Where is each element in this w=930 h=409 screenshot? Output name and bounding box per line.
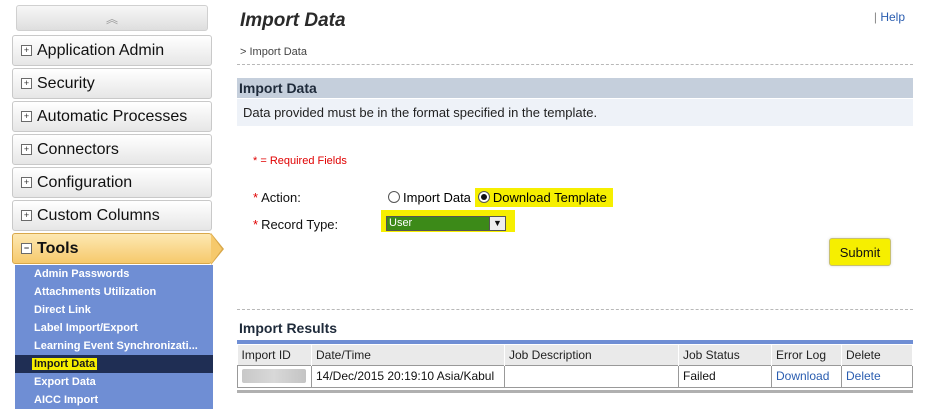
required-star: * [253, 217, 259, 232]
sidebar-item-label: Security [37, 74, 95, 92]
radio-download-template[interactable] [477, 191, 490, 203]
action-label: * Action: [253, 190, 301, 205]
table-bottom-border [237, 390, 913, 393]
cell-datetime: 14/Dec/2015 20:19:10 Asia/Kabul [311, 364, 505, 388]
column-header-error-log: Error Log [771, 345, 842, 365]
collapse-icon: − [21, 243, 32, 254]
results-table: Import ID Date/Time Job Description Job … [237, 345, 913, 388]
redacted-id [242, 369, 306, 384]
column-header-delete: Delete [841, 345, 913, 365]
expand-icon: + [21, 111, 32, 122]
table-header-row: Import ID Date/Time Job Description Job … [237, 345, 913, 365]
radio-import-data-label[interactable]: Import Data [403, 190, 471, 205]
tools-submenu: Admin Passwords Attachments Utilization … [15, 265, 213, 409]
submenu-item-export-data[interactable]: Export Data [15, 373, 213, 391]
help-separator: | [873, 10, 877, 24]
sidebar-item-custom-columns[interactable]: + Custom Columns [12, 200, 212, 231]
delete-link[interactable]: Delete [846, 369, 881, 383]
page-title: Import Data [240, 10, 346, 31]
main-content: Import Data | Help > Import Data Import … [237, 0, 913, 409]
expand-icon: + [21, 144, 32, 155]
record-type-value: User [389, 217, 413, 229]
cell-job-status: Failed [678, 364, 772, 388]
required-star: * [253, 190, 259, 205]
expand-icon: + [21, 177, 32, 188]
sidebar-item-label: Automatic Processes [37, 107, 188, 125]
divider [237, 64, 913, 65]
results-title-underline [237, 340, 913, 344]
required-fields-note: * = Required Fields [253, 155, 347, 167]
help-link-container: | Help [874, 10, 905, 24]
sidebar-item-label: Connectors [37, 140, 119, 158]
download-template-highlight: Download Template [474, 187, 613, 207]
cell-job-description [504, 364, 679, 388]
sidebar-item-label: Application Admin [37, 41, 165, 59]
expand-icon: + [21, 45, 32, 56]
breadcrumb: > Import Data [240, 46, 307, 58]
submit-button[interactable]: Submit [829, 238, 891, 266]
radio-download-template-label[interactable]: Download Template [493, 190, 607, 205]
sidebar-item-configuration[interactable]: + Configuration [12, 167, 212, 198]
column-header-datetime: Date/Time [311, 345, 505, 365]
table-row: 14/Dec/2015 20:19:10 Asia/Kabul Failed D… [237, 364, 913, 388]
sidebar-item-security[interactable]: + Security [12, 68, 212, 99]
section-title: Import Data [237, 78, 913, 98]
chevron-down-icon[interactable]: ▼ [489, 217, 505, 230]
download-link[interactable]: Download [776, 369, 829, 383]
sidebar-item-application-admin[interactable]: + Application Admin [12, 35, 212, 66]
results-title: Import Results [239, 320, 338, 336]
action-label-text: Action: [261, 190, 301, 205]
sidebar-item-connectors[interactable]: + Connectors [12, 134, 212, 165]
cell-delete: Delete [841, 364, 913, 388]
divider [237, 309, 913, 310]
sidebar-item-label: Custom Columns [37, 206, 160, 224]
cell-import-id [237, 364, 312, 388]
submenu-item-aicc-import[interactable]: AICC Import [15, 391, 213, 409]
submenu-item-attachments-utilization[interactable]: Attachments Utilization [15, 283, 213, 301]
help-link[interactable]: Help [880, 10, 905, 24]
action-radio-group: Import Data Download Template [388, 186, 613, 208]
sidebar-item-automatic-processes[interactable]: + Automatic Processes [12, 101, 212, 132]
submenu-item-direct-link[interactable]: Direct Link [15, 301, 213, 319]
column-header-import-id: Import ID [237, 345, 312, 365]
cell-error-log: Download [771, 364, 842, 388]
submenu-item-learning-event-sync[interactable]: Learning Event Synchronizati... [15, 337, 213, 355]
collapse-button[interactable]: ︽ [16, 5, 208, 31]
chevron-up-icon: ︽ [105, 11, 118, 26]
radio-import-data[interactable] [388, 191, 400, 203]
expand-icon: + [21, 210, 32, 221]
expand-icon: + [21, 78, 32, 89]
submenu-item-import-data[interactable]: Import Data [15, 355, 213, 373]
column-header-job-description: Job Description [504, 345, 679, 365]
sidebar: ︽ + Application Admin + Security + Autom… [0, 0, 225, 409]
section-description: Data provided must be in the format spec… [237, 99, 913, 126]
record-type-highlight: User ▼ [381, 210, 515, 232]
sidebar-item-label: Tools [37, 239, 79, 257]
submenu-item-admin-passwords[interactable]: Admin Passwords [15, 265, 213, 283]
record-type-select[interactable]: User ▼ [386, 216, 506, 231]
record-type-label-text: Record Type: [261, 217, 339, 232]
column-header-job-status: Job Status [678, 345, 772, 365]
sidebar-item-label: Configuration [37, 173, 133, 191]
record-type-label: * Record Type: [253, 217, 338, 232]
submenu-item-label-import-export[interactable]: Label Import/Export [15, 319, 213, 337]
sidebar-item-tools[interactable]: − Tools [12, 233, 224, 265]
submenu-item-label: Import Data [32, 358, 98, 370]
